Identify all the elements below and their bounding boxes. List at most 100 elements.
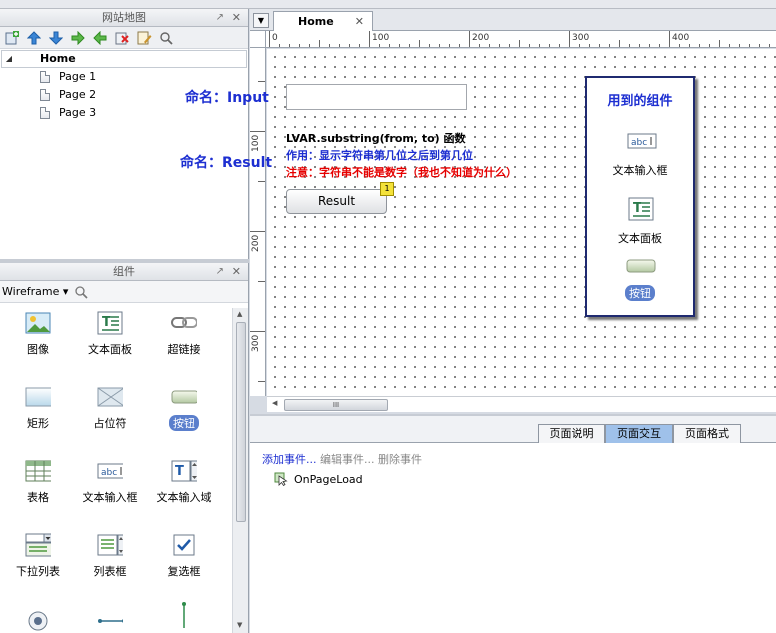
tab-page-style[interactable]: 页面格式 xyxy=(673,424,741,443)
widget-placeholder[interactable]: 占位符 xyxy=(72,385,148,431)
ruler-label: 300 xyxy=(572,33,590,43)
widget-button[interactable]: 按钮 xyxy=(146,385,222,431)
annotation-input-name[interactable]: 命名：Input xyxy=(185,87,269,107)
tab-page-notes[interactable]: 页面说明 xyxy=(538,424,605,443)
text-panel-icon: T xyxy=(97,311,123,335)
tree-item-label: Page 1 xyxy=(59,70,97,83)
widget-radio[interactable] xyxy=(0,609,76,633)
widget-vertical-line[interactable] xyxy=(146,602,222,633)
outdent-icon[interactable] xyxy=(91,29,108,46)
delete-event-link[interactable]: 删除事件 xyxy=(378,453,422,466)
tree-item-page[interactable]: Page 1 xyxy=(0,68,248,86)
widget-label: 矩形 xyxy=(27,417,49,430)
search-icon[interactable] xyxy=(157,29,174,46)
sitemap-title-text: 网站地图 xyxy=(102,11,146,24)
add-event-link[interactable]: 添加事件... xyxy=(262,453,317,466)
svg-text:T: T xyxy=(102,315,111,330)
used-item-label: 文本输入框 xyxy=(612,164,668,177)
widget-dropdown-list[interactable]: 下拉列表 xyxy=(0,533,76,579)
text-input-icon: abc xyxy=(97,459,123,483)
sitemap-toolbar xyxy=(0,27,248,49)
list-box-icon xyxy=(97,533,123,557)
widget-label: 按钮 xyxy=(169,415,199,431)
widget-label: 复选框 xyxy=(167,565,201,578)
purpose-description[interactable]: 作用：显示字符串第几位之后到第几位 xyxy=(286,147,473,163)
sitemap-panel-title: 网站地图 ↗ ✕ xyxy=(0,9,248,27)
tab-home[interactable]: Home ✕ xyxy=(273,11,373,32)
tree-item-home-label: Home xyxy=(40,52,76,65)
radio-icon xyxy=(25,609,51,633)
widget-text-panel[interactable]: T 文本面板 xyxy=(72,311,148,357)
widgets-scrollbar[interactable]: ▲ ▼ xyxy=(232,308,248,633)
dropdown-list-icon xyxy=(25,533,51,557)
move-down-icon[interactable] xyxy=(47,29,64,46)
collapse-caret-icon[interactable]: ◢ xyxy=(2,50,16,68)
scroll-down-icon[interactable]: ▼ xyxy=(237,621,242,629)
page-properties-icon[interactable] xyxy=(135,29,152,46)
indent-icon[interactable] xyxy=(69,29,86,46)
ruler-label: 100 xyxy=(251,134,261,152)
event-actions: 添加事件... 编辑事件... 删除事件 xyxy=(262,451,422,467)
used-item-label: 按钮 xyxy=(625,285,655,301)
widget-label: 文本面板 xyxy=(88,343,132,356)
widget-library-dropdown[interactable]: Wireframe ▾ xyxy=(2,285,68,298)
close-icon[interactable]: ✕ xyxy=(355,15,364,28)
tab-label: Home xyxy=(298,15,334,28)
page-icon xyxy=(40,89,50,101)
svg-text:T: T xyxy=(633,201,642,216)
widget-hyperlink[interactable]: 超链接 xyxy=(146,311,222,357)
input-textbox-widget[interactable] xyxy=(286,84,467,110)
widget-rectangle[interactable]: 矩形 xyxy=(0,385,76,431)
ruler-corner xyxy=(250,31,266,48)
table-icon xyxy=(25,459,51,483)
widget-horizontal-line[interactable] xyxy=(72,609,148,633)
warning-note[interactable]: 注意：字符串不能是数字（我也不知道为什么） xyxy=(286,164,517,180)
scroll-up-icon[interactable]: ▲ xyxy=(237,310,242,318)
delete-page-icon[interactable] xyxy=(113,29,130,46)
pin-icon[interactable]: ↗ xyxy=(216,9,224,27)
widget-text-input[interactable]: abc 文本输入框 xyxy=(72,459,148,505)
search-icon[interactable] xyxy=(72,283,89,300)
close-icon[interactable]: ✕ xyxy=(232,9,241,27)
result-button-widget[interactable]: Result xyxy=(286,189,387,214)
event-onpageload[interactable]: OnPageLoad xyxy=(274,472,363,486)
image-icon xyxy=(25,311,51,335)
page-icon xyxy=(40,107,50,119)
widget-label: 列表框 xyxy=(93,565,127,578)
move-up-icon[interactable] xyxy=(25,29,42,46)
used-components-title: 用到的组件 xyxy=(607,94,673,109)
tab-page-interactions[interactable]: 页面交互 xyxy=(605,424,673,443)
widget-image[interactable]: 图像 xyxy=(0,311,76,357)
used-item-label: 文本面板 xyxy=(618,232,662,245)
scrollbar-thumb[interactable] xyxy=(236,322,246,522)
widget-label: 超链接 xyxy=(167,343,201,356)
widget-label: 表格 xyxy=(27,491,49,504)
widget-list-box[interactable]: 列表框 xyxy=(72,533,148,579)
widget-checkbox[interactable]: 复选框 xyxy=(146,533,222,579)
hyperlink-icon xyxy=(171,311,197,335)
widget-label: 占位符 xyxy=(93,417,127,430)
close-icon[interactable]: ✕ xyxy=(232,263,241,281)
function-description[interactable]: LVAR.substring(from, to) 函数 xyxy=(286,130,466,146)
ruler-label: 0 xyxy=(272,33,278,43)
widget-table[interactable]: 表格 xyxy=(0,459,76,505)
icon-caption: abc xyxy=(631,138,647,148)
tab-list-dropdown-icon[interactable]: ▼ xyxy=(253,13,269,28)
horizontal-line-icon xyxy=(97,609,123,633)
annotation-result-name[interactable]: 命名：Result xyxy=(180,152,272,172)
used-components-box[interactable]: 用到的组件 abc 文本输入框 T 文本面板 按钮 xyxy=(585,76,695,317)
scroll-left-icon[interactable]: ◀ xyxy=(272,399,277,407)
page-properties-panel: 页面说明 页面交互 页面格式 添加事件... 编辑事件... 删除事件 OnPa… xyxy=(250,414,776,633)
scrollbar-thumb[interactable]: III xyxy=(284,399,388,411)
checkbox-icon xyxy=(171,533,197,557)
edit-event-link[interactable]: 编辑事件... xyxy=(320,453,375,466)
widget-label: 下拉列表 xyxy=(16,565,60,578)
add-page-icon[interactable] xyxy=(3,29,20,46)
tree-item-home[interactable]: ◢ Home xyxy=(1,50,247,68)
sitemap-tree: ◢ Home Page 1 Page 2 Page 3 xyxy=(0,49,248,122)
canvas-horizontal-scrollbar[interactable]: ◀ III xyxy=(267,396,776,412)
widget-text-area[interactable]: T 文本输入域 xyxy=(146,459,222,505)
interaction-badge[interactable]: 1 xyxy=(380,182,394,196)
pin-icon[interactable]: ↗ xyxy=(216,263,224,281)
widget-label: 图像 xyxy=(27,343,49,356)
